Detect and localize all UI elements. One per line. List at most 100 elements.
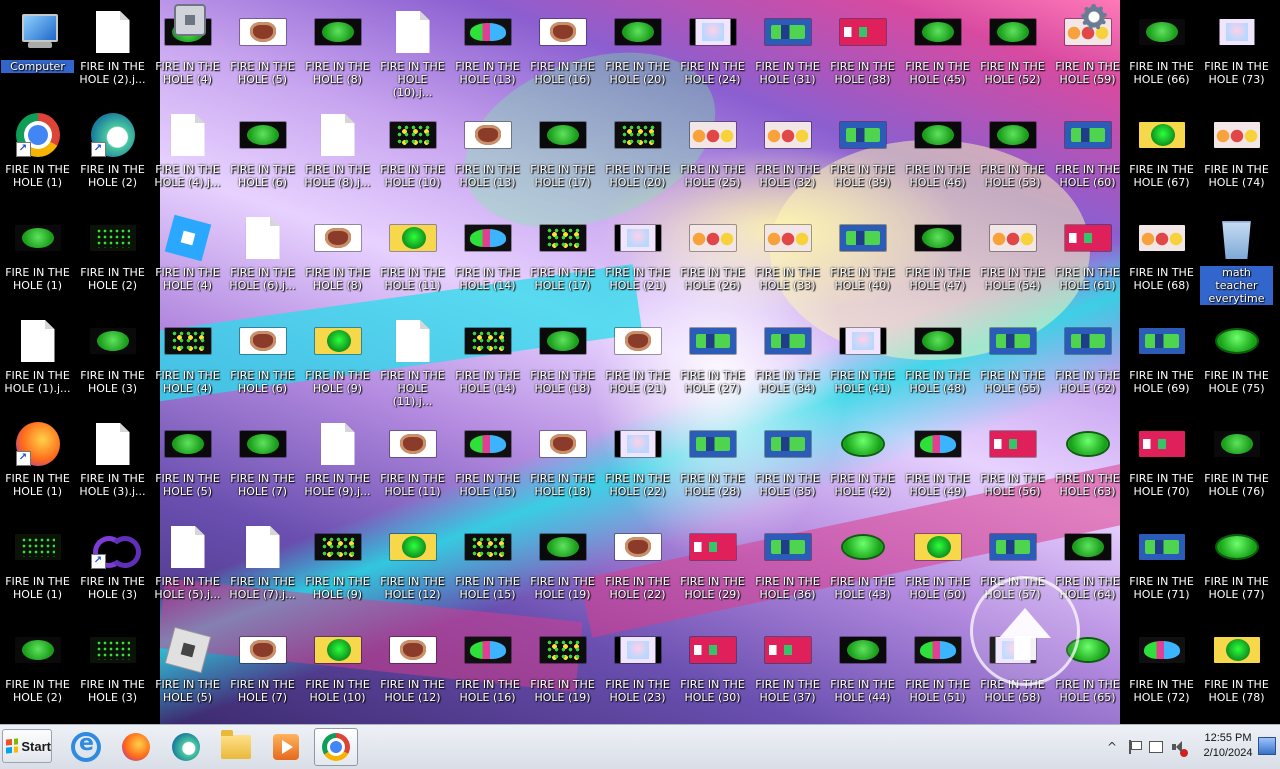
desktop-icon[interactable]: FIRE IN THE HOLE (48) — [900, 309, 975, 409]
scroll-to-top-button[interactable] — [970, 576, 1080, 686]
desktop-icon[interactable]: FIRE IN THE HOLE (5) — [225, 0, 300, 100]
desktop-icon[interactable]: FIRE IN THE HOLE (6).j... — [225, 206, 300, 306]
desktop-icon[interactable]: FIRE IN THE HOLE (8).j... — [300, 103, 375, 203]
taskbar-app-internet-explorer[interactable] — [64, 728, 108, 766]
desktop-icon[interactable]: FIRE IN THE HOLE (66) — [1124, 0, 1199, 100]
desktop-icon[interactable]: FIRE IN THE HOLE (63) — [1050, 412, 1125, 512]
desktop-icon[interactable]: FIRE IN THE HOLE (54) — [975, 206, 1050, 306]
desktop-icon[interactable]: FIRE IN THE HOLE (24) — [675, 0, 750, 100]
desktop-icon[interactable]: FIRE IN THE HOLE (8) — [300, 0, 375, 100]
taskbar-app-chrome[interactable] — [314, 728, 358, 766]
taskbar-app-media-player[interactable] — [264, 728, 308, 766]
desktop-icon[interactable]: FIRE IN THE HOLE (4) — [150, 206, 225, 306]
desktop-icon[interactable]: FIRE IN THE HOLE (49) — [900, 412, 975, 512]
taskbar-app-firefox[interactable] — [114, 728, 158, 766]
desktop-icon[interactable]: FIRE IN THE HOLE (19) — [525, 515, 600, 615]
desktop-icon[interactable]: FIRE IN THE HOLE (13) — [450, 103, 525, 203]
desktop-icon[interactable]: FIRE IN THE HOLE (11) — [375, 412, 450, 512]
desktop-icon[interactable]: FIRE IN THE HOLE (1) — [0, 206, 75, 306]
desktop-icon[interactable]: FIRE IN THE HOLE (7) — [225, 412, 300, 512]
desktop-icon[interactable]: FIRE IN THE HOLE (35) — [750, 412, 825, 512]
desktop-icon[interactable]: FIRE IN THE HOLE (21) — [600, 206, 675, 306]
desktop-icon[interactable]: FIRE IN THE HOLE (20) — [600, 0, 675, 100]
show-desktop-button[interactable] — [1258, 737, 1276, 755]
desktop-icon[interactable]: FIRE IN THE HOLE (16) — [525, 0, 600, 100]
desktop-icon[interactable]: FIRE IN THE HOLE (3) — [75, 618, 150, 718]
desktop-icon[interactable]: FIRE IN THE HOLE (40) — [825, 206, 900, 306]
desktop-icon[interactable]: FIRE IN THE HOLE (14) — [450, 206, 525, 306]
desktop-icon[interactable]: FIRE IN THE HOLE (31) — [750, 0, 825, 100]
desktop-icon[interactable]: FIRE IN THE HOLE (30) — [675, 618, 750, 718]
desktop-icon[interactable]: FIRE IN THE HOLE (75) — [1199, 309, 1274, 409]
taskbar-app-folder[interactable] — [214, 728, 258, 766]
desktop-icon[interactable]: FIRE IN THE HOLE (27) — [675, 309, 750, 409]
desktop-icon[interactable]: FIRE IN THE HOLE (55) — [975, 309, 1050, 409]
desktop-icon[interactable]: FIRE IN THE HOLE (9).j... — [300, 412, 375, 512]
desktop-icon[interactable]: FIRE IN THE HOLE (19) — [525, 618, 600, 718]
desktop-icon[interactable]: ↗ FIRE IN THE HOLE (1) — [0, 103, 75, 203]
desktop-icon[interactable]: FIRE IN THE HOLE (52) — [975, 0, 1050, 100]
desktop-icon[interactable]: FIRE IN THE HOLE (6) — [225, 309, 300, 409]
desktop-icon[interactable]: FIRE IN THE HOLE (15) — [450, 412, 525, 512]
desktop-icon[interactable]: FIRE IN THE HOLE (50) — [900, 515, 975, 615]
desktop-icon[interactable]: FIRE IN THE HOLE (16) — [450, 618, 525, 718]
tray-expand-button[interactable]: ^ — [1104, 739, 1120, 755]
desktop-icon[interactable]: FIRE IN THE HOLE (51) — [900, 618, 975, 718]
desktop-icon[interactable]: FIRE IN THE HOLE (7) — [225, 618, 300, 718]
desktop-icon[interactable]: FIRE IN THE HOLE (53) — [975, 103, 1050, 203]
desktop-icon[interactable]: FIRE IN THE HOLE (10) — [300, 618, 375, 718]
desktop-icon[interactable]: FIRE IN THE HOLE (21) — [600, 309, 675, 409]
volume-muted-icon[interactable] — [1170, 739, 1188, 757]
desktop-icon[interactable]: FIRE IN THE HOLE (41) — [825, 309, 900, 409]
desktop-icon[interactable]: FIRE IN THE HOLE (32) — [750, 103, 825, 203]
desktop-icon[interactable]: FIRE IN THE HOLE (1) — [0, 515, 75, 615]
desktop-icon[interactable]: FIRE IN THE HOLE (74) — [1199, 103, 1274, 203]
desktop-icon[interactable]: FIRE IN THE HOLE (14) — [450, 309, 525, 409]
desktop-icon[interactable]: FIRE IN THE HOLE (69) — [1124, 309, 1199, 409]
desktop-icon[interactable]: FIRE IN THE HOLE (9) — [300, 309, 375, 409]
desktop-icon[interactable]: FIRE IN THE HOLE (6) — [225, 103, 300, 203]
desktop-icon[interactable]: FIRE IN THE HOLE (12) — [375, 618, 450, 718]
desktop-icon[interactable]: FIRE IN THE HOLE (73) — [1199, 0, 1274, 100]
desktop-icon[interactable]: FIRE IN THE HOLE (10) — [375, 103, 450, 203]
desktop-icon[interactable]: FIRE IN THE HOLE (1).j... — [0, 309, 75, 409]
desktop-icon[interactable]: FIRE IN THE HOLE (17) — [525, 206, 600, 306]
desktop-icon[interactable]: FIRE IN THE HOLE (3).j... — [75, 412, 150, 512]
desktop-icon[interactable]: FIRE IN THE HOLE (11).j... — [375, 309, 450, 409]
desktop-icon[interactable]: FIRE IN THE HOLE (10).j... — [375, 0, 450, 100]
desktop-icon[interactable]: FIRE IN THE HOLE (11) — [375, 206, 450, 306]
desktop-icon[interactable]: FIRE IN THE HOLE (22) — [600, 515, 675, 615]
desktop-icon[interactable]: Computer — [0, 0, 75, 100]
network-icon[interactable] — [1148, 739, 1164, 755]
desktop-icon[interactable]: FIRE IN THE HOLE (2) — [0, 618, 75, 718]
desktop-icon[interactable]: ↗ FIRE IN THE HOLE (3) — [75, 515, 150, 615]
desktop-icon[interactable]: FIRE IN THE HOLE (2) — [75, 206, 150, 306]
desktop-icon[interactable]: FIRE IN THE HOLE (78) — [1199, 618, 1274, 718]
desktop-icon[interactable]: FIRE IN THE HOLE (62) — [1050, 309, 1125, 409]
desktop-icon[interactable]: FIRE IN THE HOLE (7).j... — [225, 515, 300, 615]
desktop-icon[interactable]: FIRE IN THE HOLE (22) — [600, 412, 675, 512]
desktop-icon[interactable]: FIRE IN THE HOLE (71) — [1124, 515, 1199, 615]
desktop-icon[interactable]: FIRE IN THE HOLE (18) — [525, 309, 600, 409]
desktop-icon[interactable]: FIRE IN THE HOLE (38) — [825, 0, 900, 100]
start-button[interactable]: Start — [2, 729, 52, 763]
desktop-icon[interactable]: FIRE IN THE HOLE (42) — [825, 412, 900, 512]
desktop-icon[interactable]: FIRE IN THE HOLE (9) — [300, 515, 375, 615]
desktop-icon[interactable]: FIRE IN THE HOLE (60) — [1050, 103, 1125, 203]
desktop-icon[interactable]: FIRE IN THE HOLE (70) — [1124, 412, 1199, 512]
desktop-icon[interactable]: FIRE IN THE HOLE (45) — [900, 0, 975, 100]
desktop-icon[interactable]: FIRE IN THE HOLE (68) — [1124, 206, 1199, 306]
desktop-icon[interactable]: FIRE IN THE HOLE (5) — [150, 618, 225, 718]
desktop-icon[interactable]: ↗ FIRE IN THE HOLE (2) — [75, 103, 150, 203]
desktop-icon[interactable]: FIRE IN THE HOLE (20) — [600, 103, 675, 203]
desktop-icon[interactable]: FIRE IN THE HOLE (23) — [600, 618, 675, 718]
desktop-icon[interactable]: FIRE IN THE HOLE (28) — [675, 412, 750, 512]
desktop-icon[interactable]: FIRE IN THE HOLE (18) — [525, 412, 600, 512]
clock[interactable]: 12:55 PM 2/10/2024 — [1196, 731, 1260, 761]
desktop-icon[interactable]: FIRE IN THE HOLE (76) — [1199, 412, 1274, 512]
desktop-icon[interactable]: FIRE IN THE HOLE (3) — [75, 309, 150, 409]
desktop-icon[interactable]: FIRE IN THE HOLE (44) — [825, 618, 900, 718]
desktop-icon[interactable]: FIRE IN THE HOLE (26) — [675, 206, 750, 306]
desktop-icon[interactable]: FIRE IN THE HOLE (47) — [900, 206, 975, 306]
desktop-icon[interactable]: FIRE IN THE HOLE (46) — [900, 103, 975, 203]
